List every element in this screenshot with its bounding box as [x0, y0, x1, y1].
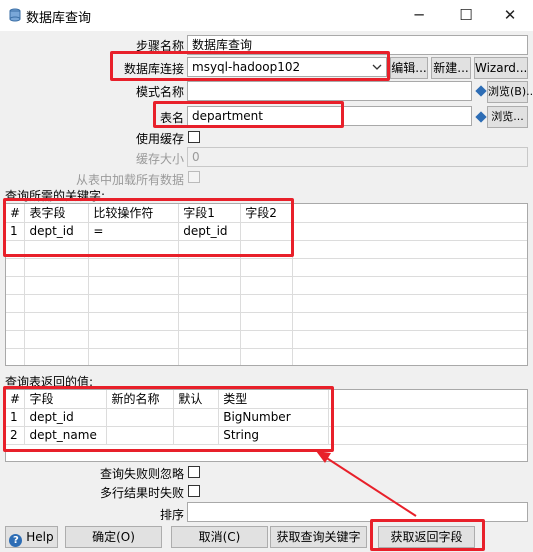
annotation-arrow	[316, 451, 417, 517]
